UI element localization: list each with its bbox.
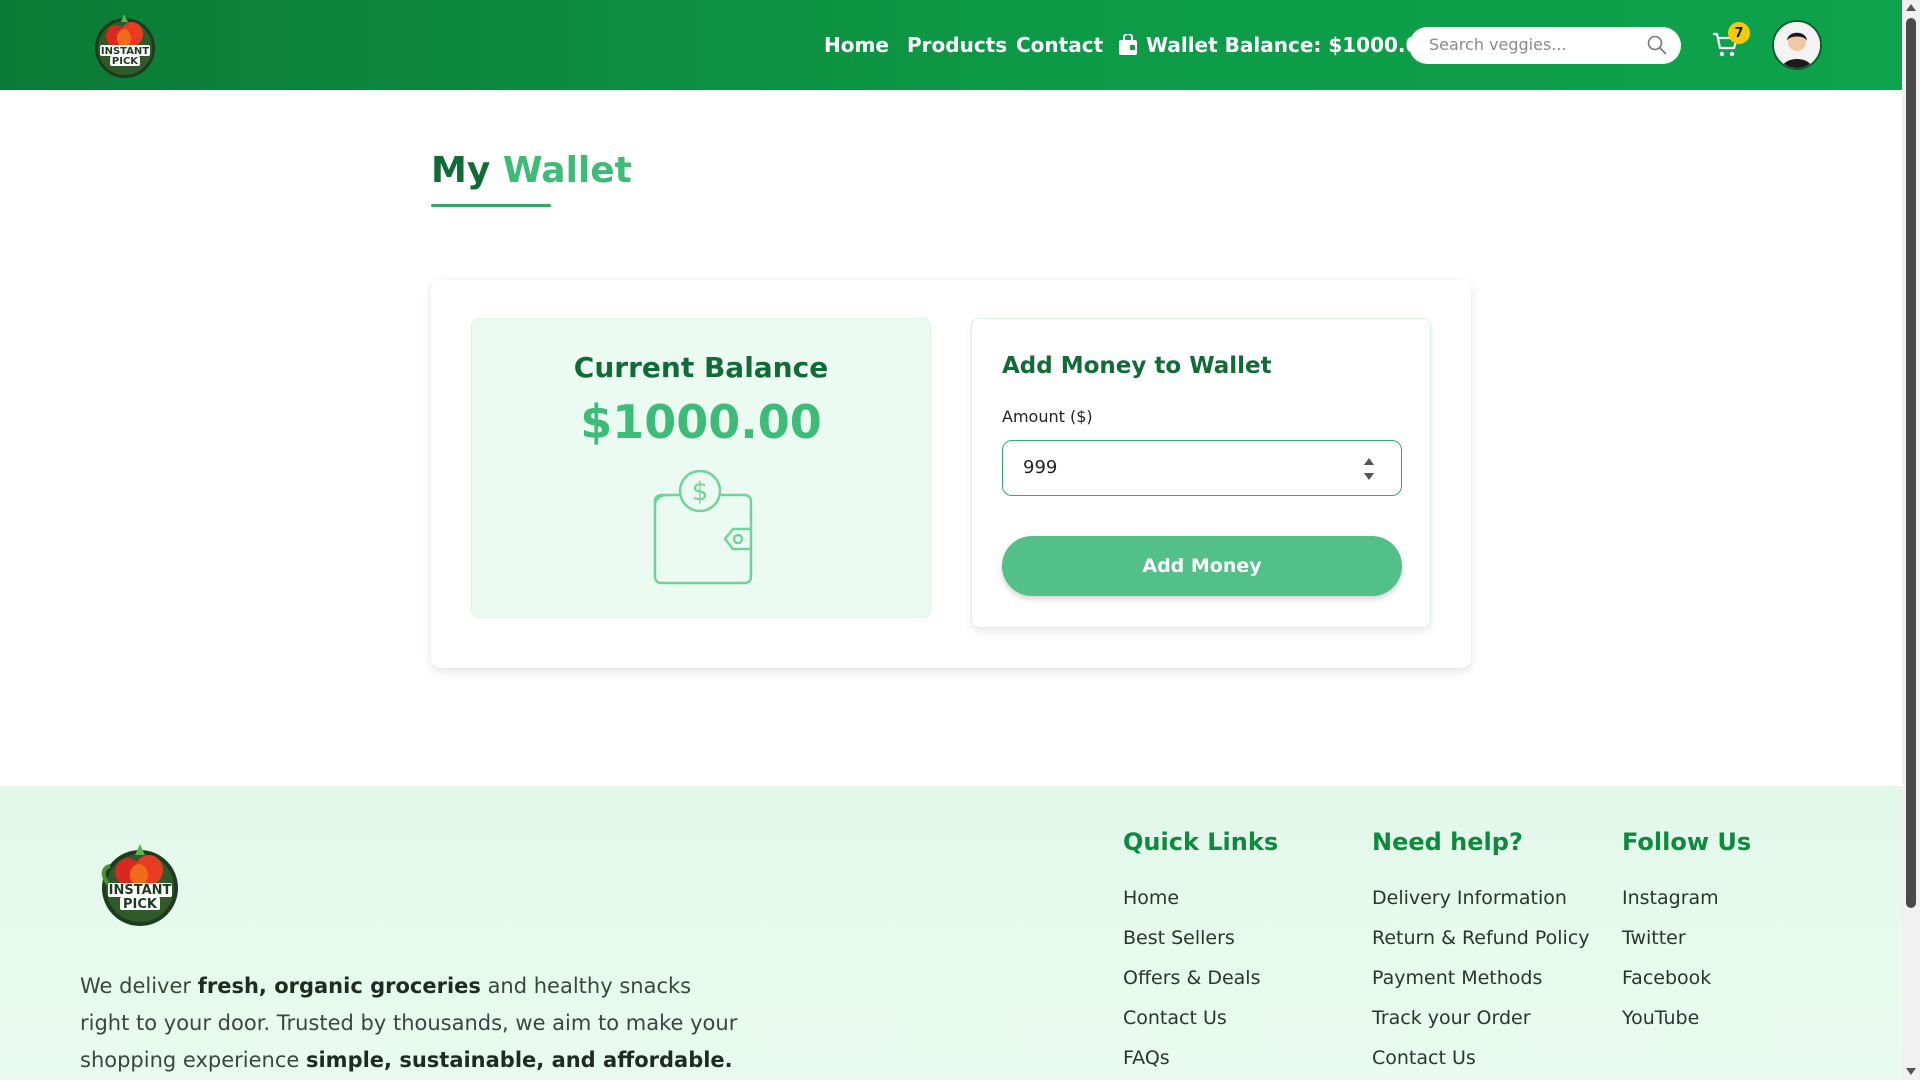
nav-item-products[interactable]: Products	[907, 0, 1007, 90]
footer-link-best-sellers[interactable]: Best Sellers	[1123, 918, 1278, 958]
amount-field[interactable]	[1002, 440, 1402, 496]
footer-column-follow-us: Follow Us Instagram Twitter Facebook You…	[1622, 828, 1751, 1038]
scroll-down-arrow-icon[interactable]	[1906, 1068, 1916, 1075]
footer-link-contact-us[interactable]: Contact Us	[1372, 1038, 1590, 1078]
search-input[interactable]	[1429, 35, 1629, 54]
footer-link-payment-methods[interactable]: Payment Methods	[1372, 958, 1590, 998]
nav-item-home[interactable]: Home	[824, 0, 889, 90]
footer-column-title: Follow Us	[1622, 828, 1752, 856]
svg-text:$: $	[692, 477, 709, 507]
footer-link-contact-us[interactable]: Contact Us	[1123, 998, 1278, 1038]
page-title: My Wallet	[431, 150, 632, 191]
footer-desc-part: We deliver	[80, 974, 198, 998]
nav-home-link[interactable]: Home	[824, 33, 889, 57]
wallet-bag-icon	[1119, 34, 1137, 55]
brand-logo[interactable]: INSTANT PICK	[88, 8, 162, 82]
footer-column-need-help: Need help? Delivery Information Return &…	[1372, 828, 1590, 1078]
wallet-balance-text: Wallet Balance: $1000.00	[1146, 33, 1434, 57]
user-avatar-icon	[1774, 22, 1820, 68]
scrollbar-thumb[interactable]	[1906, 18, 1916, 908]
wallet-coin-icon: $	[653, 469, 753, 585]
footer-column-title: Quick Links	[1123, 828, 1279, 856]
amount-input[interactable]	[1023, 457, 1323, 478]
nav-products-link[interactable]: Products	[907, 33, 1007, 57]
footer-column-quick-links: Quick Links Home Best Sellers Offers & D…	[1123, 828, 1278, 1078]
footer-link-instagram[interactable]: Instagram	[1622, 878, 1751, 918]
footer-desc-emphasis: simple, sustainable, and affordable.	[305, 1048, 733, 1072]
svg-text:PICK: PICK	[123, 897, 158, 912]
svg-text:PICK: PICK	[112, 56, 139, 67]
cart-count-badge: 7	[1728, 22, 1750, 44]
footer-link-faqs[interactable]: FAQs	[1123, 1038, 1278, 1078]
footer-description: We deliver fresh, organic groceries and …	[80, 968, 740, 1079]
footer-link-facebook[interactable]: Facebook	[1622, 958, 1751, 998]
page-title-my: My	[431, 150, 491, 191]
footer-link-delivery-information[interactable]: Delivery Information	[1372, 878, 1590, 918]
page-scrollbar[interactable]	[1902, 0, 1920, 1080]
svg-text:INSTANT: INSTANT	[109, 883, 172, 898]
current-balance-panel: Current Balance $1000.00 $	[471, 318, 931, 618]
page-title-wallet: Wallet	[502, 150, 632, 191]
search-box[interactable]	[1409, 27, 1681, 64]
footer-column-title: Need help?	[1372, 828, 1523, 856]
footer-link-return-refund-policy[interactable]: Return & Refund Policy	[1372, 918, 1590, 958]
amount-label: Amount ($)	[1002, 407, 1093, 426]
footer-link-home[interactable]: Home	[1123, 878, 1278, 918]
nav-item-contact[interactable]: Contact	[1016, 0, 1103, 90]
nav-contact-link[interactable]: Contact	[1016, 33, 1103, 57]
balance-amount: $1000.00	[580, 395, 822, 449]
wallet-balance-link[interactable]: Wallet Balance: $1000.00	[1118, 0, 1433, 90]
add-money-button[interactable]: Add Money	[1002, 536, 1402, 596]
add-money-panel: Add Money to Wallet Amount ($) Add Money	[971, 318, 1431, 628]
number-spinner-icon[interactable]	[1363, 455, 1375, 483]
title-underline	[431, 204, 551, 207]
footer-brand-logo[interactable]: INSTANT PICK	[94, 838, 186, 930]
balance-title: Current Balance	[573, 351, 829, 384]
user-avatar[interactable]	[1772, 20, 1822, 70]
footer-desc-emphasis: fresh, organic groceries	[197, 974, 481, 998]
top-navbar: INSTANT PICK Home Products Contact Walle…	[0, 0, 1902, 90]
footer-link-track-order[interactable]: Track your Order	[1372, 998, 1590, 1038]
footer-link-twitter[interactable]: Twitter	[1622, 918, 1751, 958]
search-icon[interactable]	[1647, 35, 1667, 55]
add-money-title: Add Money to Wallet	[1002, 353, 1272, 379]
scroll-up-arrow-icon[interactable]	[1906, 4, 1916, 11]
footer-link-youtube[interactable]: YouTube	[1622, 998, 1751, 1038]
footer-link-offers-deals[interactable]: Offers & Deals	[1123, 958, 1278, 998]
